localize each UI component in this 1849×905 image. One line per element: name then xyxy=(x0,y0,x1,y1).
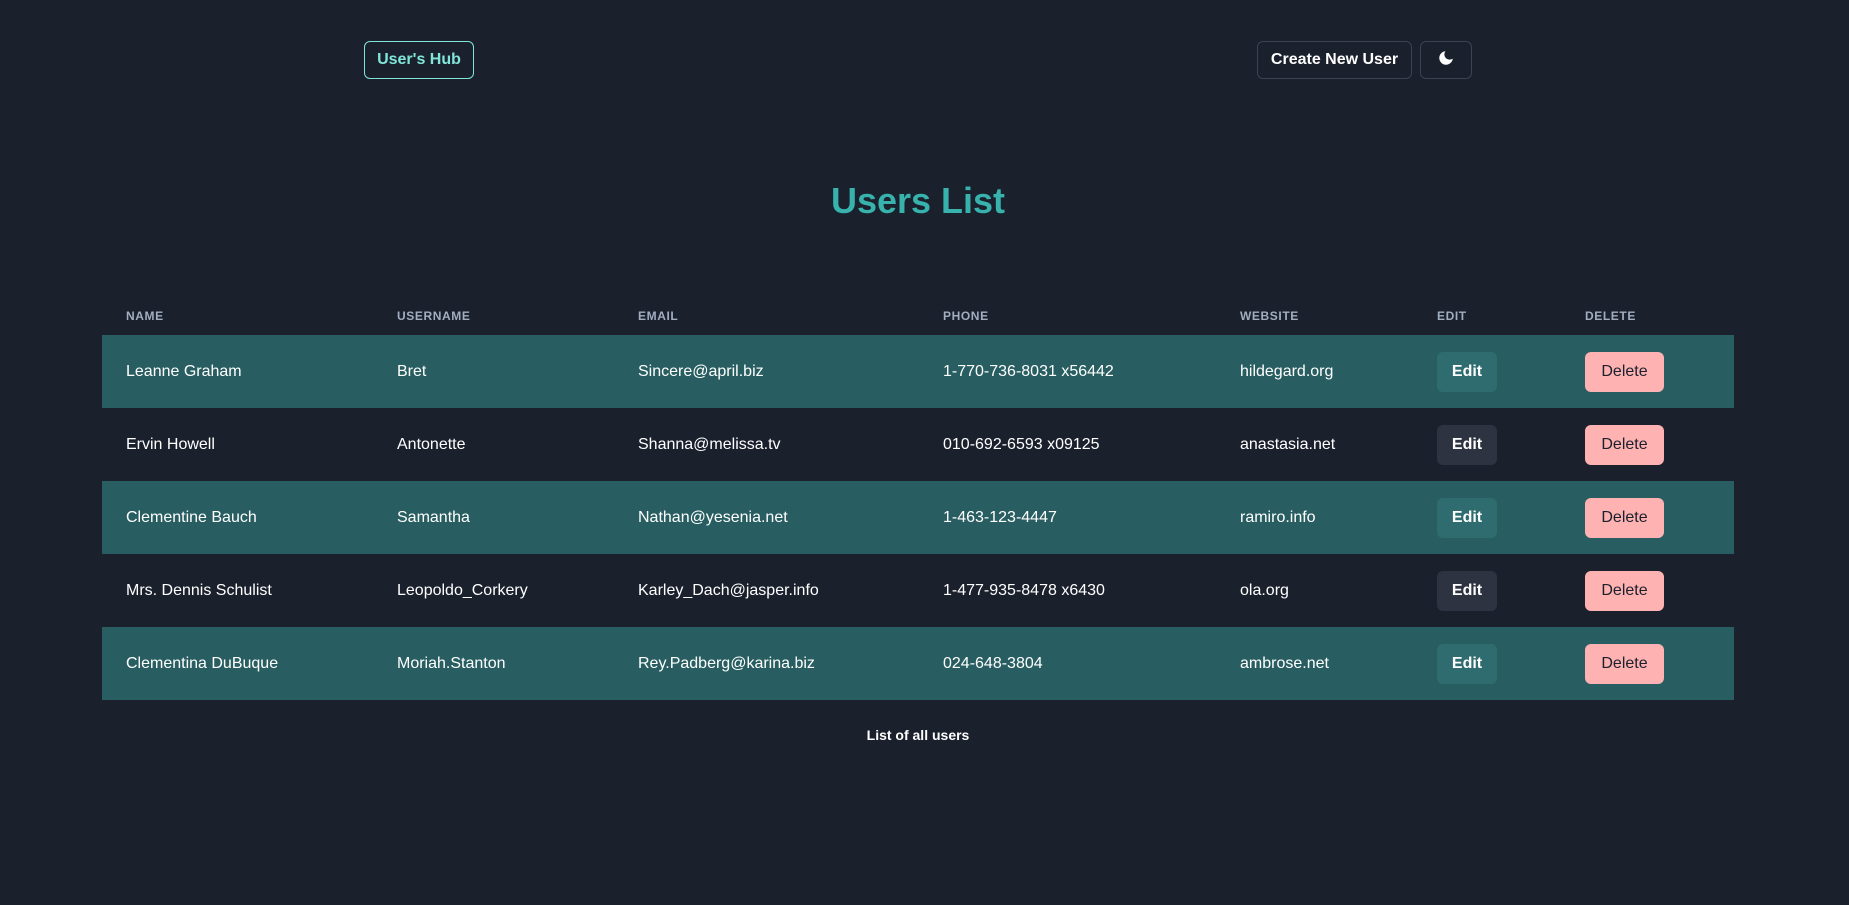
column-header-edit: Edit xyxy=(1437,308,1467,323)
cell-delete: Delete xyxy=(1561,554,1734,627)
cell-delete: Delete xyxy=(1561,408,1734,481)
cell-website: ramiro.info xyxy=(1216,481,1413,554)
table-row: Mrs. Dennis Schulist Leopoldo_Corkery Ka… xyxy=(102,554,1734,627)
column-header-phone: Phone xyxy=(943,308,989,323)
cell-name: Clementine Bauch xyxy=(102,481,373,554)
edit-button[interactable]: Edit xyxy=(1437,570,1497,611)
cell-phone: 010-692-6593 x09125 xyxy=(943,435,1100,453)
cell-username: Leopoldo_Corkery xyxy=(397,581,528,599)
page-title: Users List xyxy=(830,180,1006,221)
cell-website: ola.org xyxy=(1240,581,1289,599)
cell-website: anastasia.net xyxy=(1240,435,1336,453)
table-row: Ervin Howell Antonette Shanna@melissa.tv… xyxy=(102,408,1734,481)
cell-name: Ervin Howell xyxy=(126,435,215,453)
cell-edit: Edit xyxy=(1413,481,1561,554)
cell-email: Shanna@melissa.tv xyxy=(638,435,781,453)
cell-name: Leanne Graham xyxy=(102,335,373,408)
theme-toggle-button[interactable] xyxy=(1420,41,1472,79)
delete-button[interactable]: Delete xyxy=(1585,497,1664,538)
cell-name: Clementina DuBuque xyxy=(102,627,373,700)
cell-website: ambrose.net xyxy=(1216,627,1413,700)
table-row: Clementina DuBuque Moriah.Stanton Rey.Pa… xyxy=(102,627,1734,700)
delete-button[interactable]: Delete xyxy=(1585,570,1664,611)
table-row: Clementine Bauch Samantha Nathan@yesenia… xyxy=(102,481,1734,554)
delete-button[interactable]: Delete xyxy=(1585,424,1664,465)
cell-phone: 1-477-935-8478 x6430 xyxy=(943,581,1105,599)
table-caption: List of all users xyxy=(866,727,970,743)
create-new-user-button[interactable]: Create New User xyxy=(1257,41,1412,79)
cell-edit: Edit xyxy=(1413,627,1561,700)
cell-phone: 1-463-123-4447 xyxy=(919,481,1216,554)
edit-button[interactable]: Edit xyxy=(1437,424,1497,465)
cell-email: Karley_Dach@jasper.info xyxy=(638,581,819,599)
column-header-website: Website xyxy=(1240,308,1299,323)
cell-website: hildegard.org xyxy=(1216,335,1413,408)
cell-email: Sincere@april.biz xyxy=(614,335,919,408)
column-header-username: Username xyxy=(397,308,471,323)
edit-button[interactable]: Edit xyxy=(1437,643,1497,684)
column-header-email: Email xyxy=(638,308,679,323)
cell-edit: Edit xyxy=(1413,335,1561,408)
cell-delete: Delete xyxy=(1561,627,1734,700)
cell-delete: Delete xyxy=(1561,481,1734,554)
cell-username: Moriah.Stanton xyxy=(373,627,614,700)
table-header-row: Name Username Email Phone Website Edit D… xyxy=(102,296,1734,335)
column-header-delete: Delete xyxy=(1585,308,1636,323)
moon-icon xyxy=(1437,49,1455,72)
cell-phone: 024-648-3804 xyxy=(919,627,1216,700)
cell-phone: 1-770-736-8031 x56442 xyxy=(919,335,1216,408)
cell-name: Mrs. Dennis Schulist xyxy=(126,581,272,599)
cell-username: Samantha xyxy=(373,481,614,554)
table-row: Leanne Graham Bret Sincere@april.biz 1-7… xyxy=(102,335,1734,408)
edit-button[interactable]: Edit xyxy=(1437,497,1497,538)
cell-email: Rey.Padberg@karina.biz xyxy=(614,627,919,700)
delete-button[interactable]: Delete xyxy=(1585,643,1664,684)
edit-button[interactable]: Edit xyxy=(1437,351,1497,392)
cell-email: Nathan@yesenia.net xyxy=(614,481,919,554)
brand-link[interactable]: User's Hub xyxy=(364,41,474,79)
delete-button[interactable]: Delete xyxy=(1585,351,1664,392)
users-table: Name Username Email Phone Website Edit D… xyxy=(102,296,1734,700)
cell-edit: Edit xyxy=(1413,408,1561,481)
column-header-name: Name xyxy=(126,308,164,323)
cell-username: Antonette xyxy=(397,435,466,453)
cell-edit: Edit xyxy=(1413,554,1561,627)
page: User's Hub Create New User Users List Na… xyxy=(0,0,1849,905)
cell-delete: Delete xyxy=(1561,335,1734,408)
cell-username: Bret xyxy=(373,335,614,408)
